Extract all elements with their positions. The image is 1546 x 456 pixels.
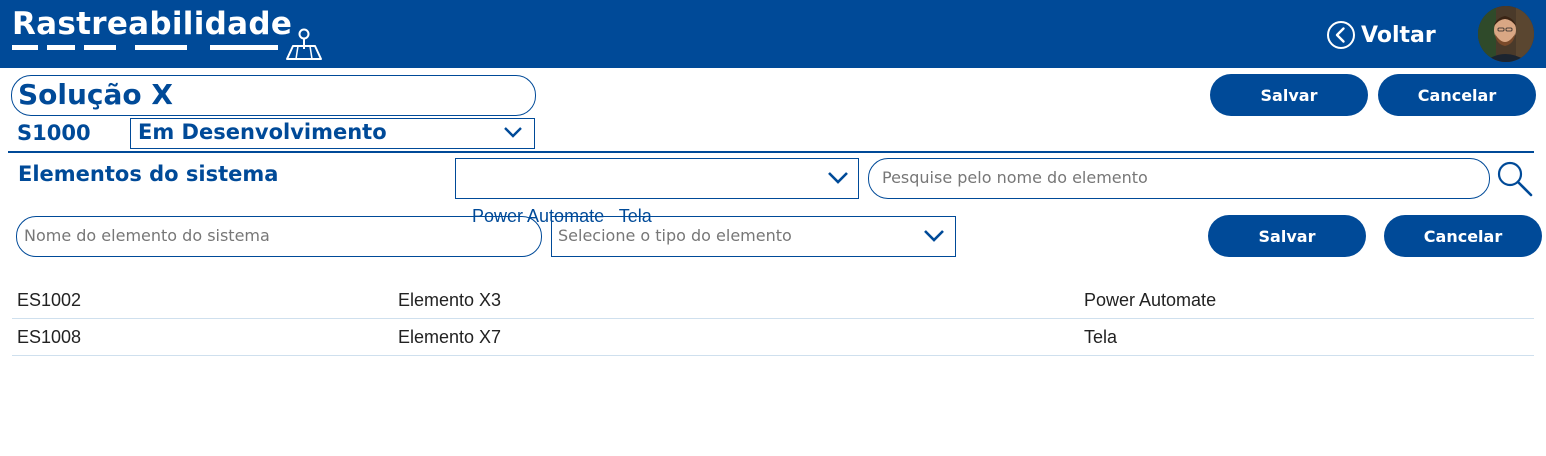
chevron-down-icon <box>504 127 522 138</box>
save-element-button[interactable]: Salvar <box>1208 215 1366 257</box>
app-header: Rastreabilidade Voltar <box>0 0 1546 68</box>
element-name-input[interactable]: Nome do elemento do sistema <box>16 216 542 257</box>
elements-table: ES1002 Elemento X3 Power Automate ES1008… <box>12 282 1534 356</box>
chevron-down-icon <box>828 172 848 184</box>
element-type-filter-select[interactable]: Power Automate Tela <box>455 158 859 226</box>
element-name-cell: Elemento X7 <box>398 327 502 347</box>
element-type-select[interactable]: Selecione o tipo do elemento <box>551 216 956 257</box>
status-select-value: Em Desenvolvimento <box>138 120 387 144</box>
type-select-placeholder: Selecione o tipo do elemento <box>558 226 792 245</box>
section-divider <box>8 151 1534 153</box>
element-id-cell: ES1008 <box>17 327 82 347</box>
element-type-cell: Power Automate <box>1084 290 1217 310</box>
status-select[interactable]: Em Desenvolvimento <box>130 118 535 149</box>
back-button[interactable]: Voltar <box>1326 18 1436 52</box>
avatar-photo <box>1478 6 1534 62</box>
cancel-element-button[interactable]: Cancelar <box>1384 215 1542 257</box>
table-row[interactable]: ES1002 Elemento X3 Power Automate <box>12 282 1534 319</box>
search-icon[interactable] <box>1496 160 1534 198</box>
cancel-solution-button[interactable]: Cancelar <box>1378 74 1536 116</box>
save-solution-button[interactable]: Salvar <box>1210 74 1368 116</box>
element-name-cell: Elemento X3 <box>398 290 502 310</box>
element-id-cell: ES1002 <box>17 290 82 310</box>
solution-name-field[interactable]: Solução X <box>11 75 536 116</box>
back-label: Voltar <box>1361 22 1436 48</box>
element-type-cell: Tela <box>1084 327 1118 347</box>
map-pin-icon <box>286 28 322 60</box>
app-title: Rastreabilidade <box>12 6 293 42</box>
elements-section-title: Elementos do sistema <box>18 162 279 186</box>
road-dashes-decoration <box>12 45 282 51</box>
solution-code: S1000 <box>17 121 91 145</box>
avatar[interactable] <box>1478 6 1534 62</box>
search-input[interactable]: Pesquise pelo nome do elemento <box>868 158 1490 199</box>
back-circle-icon <box>1327 21 1355 49</box>
table-row[interactable]: ES1008 Elemento X7 Tela <box>12 319 1534 356</box>
chevron-down-icon <box>924 230 944 242</box>
